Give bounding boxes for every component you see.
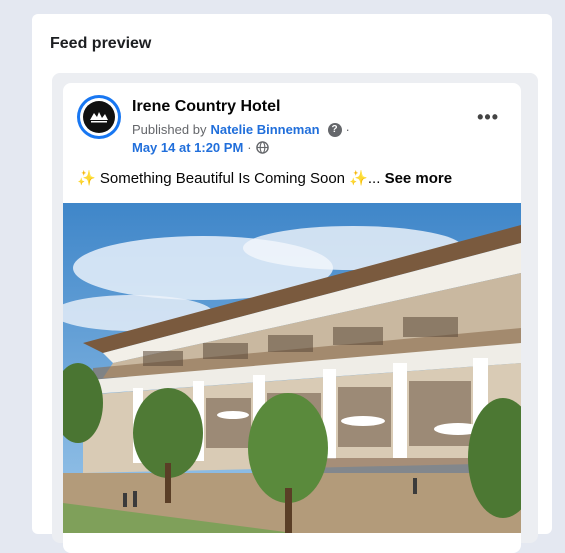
page-name[interactable]: Irene Country Hotel bbox=[132, 98, 280, 116]
help-icon[interactable]: ? bbox=[327, 122, 342, 137]
published-by-line: Published by Natelie Binneman ? · bbox=[132, 122, 350, 137]
hotel-logo-icon bbox=[90, 112, 108, 123]
timestamp-line: May 14 at 1:20 PM · bbox=[132, 140, 269, 155]
author-link[interactable]: Natelie Binneman bbox=[210, 122, 319, 137]
ellipsis: ... bbox=[367, 170, 381, 187]
panel-title: Feed preview bbox=[50, 35, 152, 52]
post-date-link[interactable]: May 14 at 1:20 PM bbox=[132, 140, 243, 155]
post-card: Irene Country Hotel Published by Natelie… bbox=[63, 83, 521, 553]
more-options-icon[interactable]: ••• bbox=[477, 107, 499, 128]
separator-dot: · bbox=[345, 122, 350, 137]
sparkle-emoji: ✨ bbox=[77, 170, 96, 187]
separator-dot: · bbox=[247, 140, 252, 155]
globe-icon bbox=[255, 141, 269, 154]
preview-frame: Irene Country Hotel Published by Natelie… bbox=[52, 73, 538, 553]
post-image[interactable] bbox=[63, 203, 521, 533]
post-text: ✨ Something Beautiful Is Coming Soon ✨..… bbox=[77, 169, 452, 187]
published-by-label: Published by bbox=[132, 122, 207, 137]
sparkle-emoji: ✨ bbox=[349, 170, 368, 187]
page-avatar[interactable] bbox=[77, 95, 121, 139]
see-more-link[interactable]: See more bbox=[385, 170, 453, 187]
post-message: Something Beautiful Is Coming Soon bbox=[99, 170, 346, 187]
feed-preview-panel: Feed preview Irene Country Hotel Publish… bbox=[32, 14, 552, 553]
